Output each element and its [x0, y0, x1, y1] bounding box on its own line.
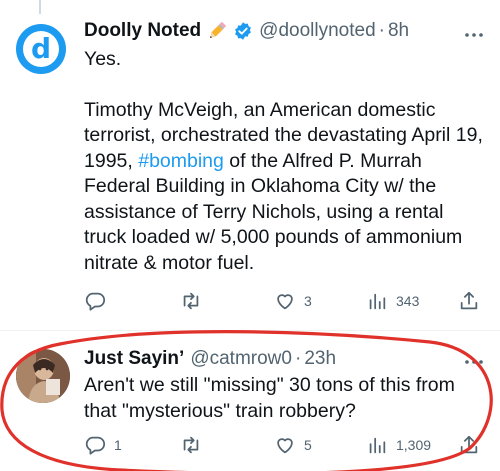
tweet-header: Doolly Noted @doollynoted · 8h: [84, 17, 409, 45]
share-icon: [460, 291, 478, 310]
like-count: 3: [304, 293, 312, 309]
more-horizontal-icon[interactable]: [464, 22, 484, 43]
separator-dot: ·: [294, 348, 302, 369]
heart-icon: [277, 294, 293, 310]
tweet-paragraph: Yes.: [84, 48, 122, 70]
views-count: 343: [396, 293, 420, 309]
share-icon: [460, 435, 478, 454]
reply-count: 1: [114, 437, 122, 453]
like-count: 5: [304, 437, 312, 453]
tweet-actions: 1 5 1,309: [84, 432, 484, 458]
retweet-icon: [183, 436, 199, 454]
tweet-catmrow0[interactable]: Just Sayin’ @catmrow0 · 23h Aren't we st…: [0, 331, 500, 471]
heart-icon: [277, 438, 293, 454]
author-name[interactable]: Doolly Noted: [84, 20, 201, 42]
author-handle[interactable]: @doollynoted: [259, 20, 375, 42]
reply-button[interactable]: [84, 288, 106, 314]
retweet-icon: [183, 292, 199, 310]
like-button[interactable]: 3: [274, 288, 312, 314]
retweet-button[interactable]: [180, 432, 202, 458]
reply-icon: [85, 436, 106, 455]
verified-badge-icon: [233, 21, 253, 41]
views-button[interactable]: 1,309: [366, 432, 431, 458]
tweet-paragraph: Timothy McVeigh, an American domestic te…: [84, 98, 484, 277]
avatar-logo-letter: d: [23, 31, 59, 67]
tweet-header: Just Sayin’ @catmrow0 · 23h: [84, 345, 336, 373]
more-horizontal-icon[interactable]: [464, 349, 484, 370]
avatar[interactable]: [16, 349, 70, 403]
views-chart-icon: [369, 293, 386, 310]
reply-icon: [85, 292, 106, 311]
author-name[interactable]: Just Sayin’: [84, 348, 184, 370]
like-button[interactable]: 5: [274, 432, 312, 458]
share-button[interactable]: [458, 288, 480, 314]
tweet-actions: 3 343: [84, 288, 484, 314]
views-chart-icon: [369, 437, 386, 454]
timestamp[interactable]: 8h: [388, 20, 409, 42]
separator-dot: ·: [378, 20, 385, 41]
pencil-emoji-icon: [206, 20, 228, 42]
share-button[interactable]: [458, 432, 480, 458]
tweet-text: Yes. Timothy McVeigh, an American domest…: [84, 47, 484, 276]
reply-button[interactable]: 1: [84, 432, 122, 458]
views-button[interactable]: 343: [366, 288, 419, 314]
hashtag-link[interactable]: #bombing: [138, 150, 224, 172]
tweet-doollynoted[interactable]: d Doolly Noted @doollynoted · 8h Yes. Ti…: [0, 0, 500, 330]
retweet-button[interactable]: [180, 288, 202, 314]
author-handle[interactable]: @catmrow0: [190, 348, 292, 370]
timestamp[interactable]: 23h: [304, 348, 336, 370]
avatar[interactable]: d: [16, 24, 66, 74]
views-count: 1,309: [396, 437, 432, 453]
tweet-text: Aren't we still "missing" 30 tons of thi…: [84, 374, 455, 422]
